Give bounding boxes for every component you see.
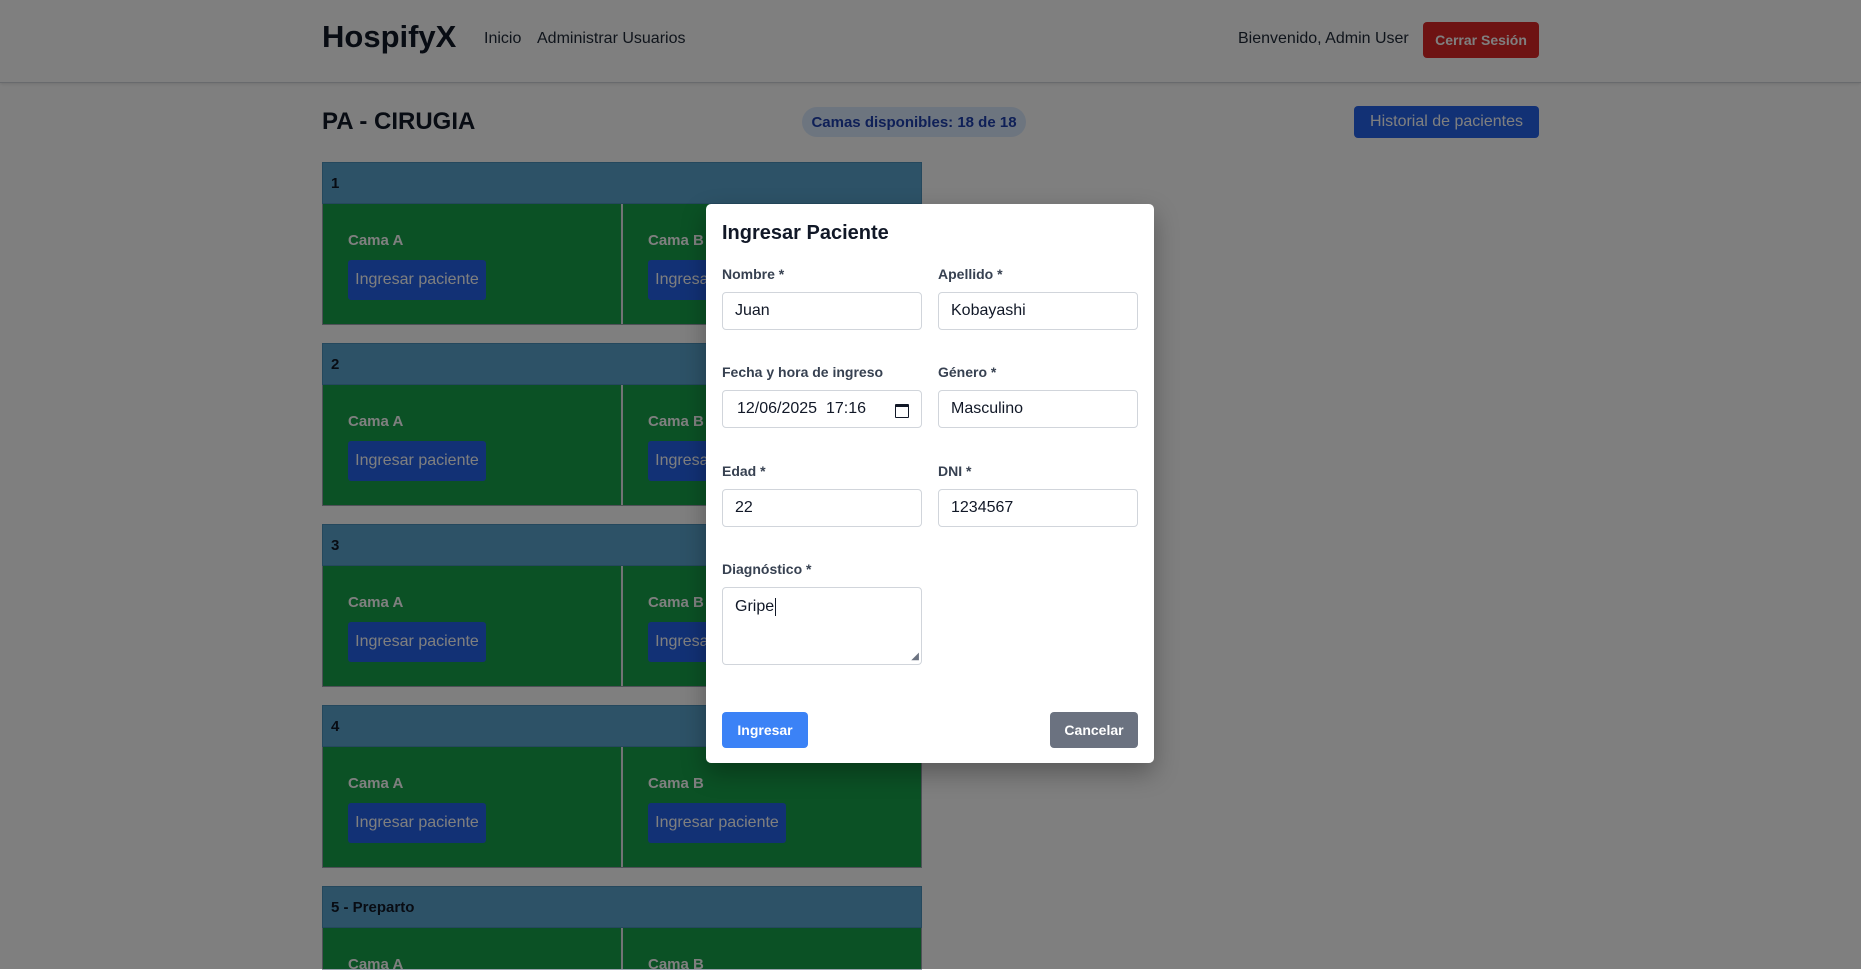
genero-input[interactable]: Masculino [938,390,1138,428]
cancelar-button[interactable]: Cancelar [1050,712,1138,748]
admit-patient-modal: Ingresar Paciente Nombre * Juan Apellido… [706,204,1154,763]
fecha-value: 12/06/2025 17:16 [737,400,867,417]
text-cursor [775,598,777,616]
nombre-input[interactable]: Juan [722,292,922,330]
fecha-label: Fecha y hora de ingreso [722,364,884,380]
apellido-label: Apellido * [938,266,1003,282]
calendar-icon[interactable] [895,402,909,418]
edad-input[interactable]: 22 [722,489,922,527]
nombre-label: Nombre * [722,266,785,282]
diagnostico-textarea[interactable]: Gripe ◢ [722,587,922,665]
ingresar-button[interactable]: Ingresar [722,712,808,748]
fecha-datetime-input[interactable]: 12/06/2025 17:16 [722,390,922,428]
genero-label: Género * [938,364,997,380]
edad-label: Edad * [722,463,766,479]
diagnostico-value: Gripe [735,598,775,615]
apellido-input[interactable]: Kobayashi [938,292,1138,330]
dni-input[interactable]: 1234567 [938,489,1138,527]
resize-handle-icon[interactable]: ◢ [911,652,919,662]
modal-title: Ingresar Paciente [722,222,889,244]
dni-label: DNI * [938,463,972,479]
diagnostico-label: Diagnóstico * [722,561,812,577]
